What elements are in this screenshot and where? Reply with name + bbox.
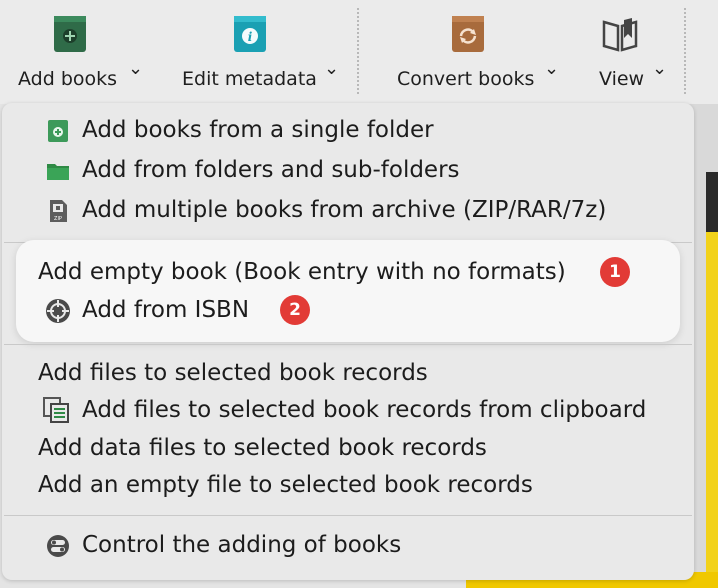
view-chevron-down-icon[interactable]: ⌄ bbox=[652, 58, 667, 79]
menu-item-add-single-folder[interactable]: Add books from a single folder bbox=[2, 112, 694, 148]
convert-books-chevron-down-icon[interactable]: ⌄ bbox=[544, 58, 559, 79]
menu-item-add-from-isbn[interactable]: Add from ISBN 2 bbox=[2, 292, 694, 328]
menu-item-add-files-selected[interactable]: Add files to selected book records bbox=[2, 355, 694, 391]
book-info-icon: i bbox=[234, 16, 266, 52]
menu-item-add-empty-book[interactable]: Add empty book (Book entry with no forma… bbox=[2, 254, 694, 290]
clipboard-copy-icon bbox=[43, 397, 69, 423]
menu-item-control-adding[interactable]: Control the adding of books bbox=[2, 527, 694, 563]
edit-metadata-button[interactable]: i Edit metadata ⌄ bbox=[176, 0, 351, 100]
menu-item-label: Control the adding of books bbox=[82, 532, 402, 558]
book-convert-icon bbox=[452, 16, 484, 52]
menu-item-add-files-clipboard[interactable]: Add files to selected book records from … bbox=[2, 392, 694, 428]
book-cover-detail bbox=[706, 172, 718, 232]
svg-text:ZIP: ZIP bbox=[54, 216, 62, 222]
convert-books-button[interactable]: Convert books ⌄ bbox=[390, 0, 570, 100]
zip-archive-icon: ZIP bbox=[50, 200, 67, 222]
crosshair-icon bbox=[46, 299, 70, 323]
menu-item-label: Add multiple books from archive (ZIP/RAR… bbox=[82, 197, 607, 223]
menu-divider bbox=[4, 344, 692, 345]
toolbar-separator bbox=[357, 8, 359, 94]
green-book-plus-icon bbox=[48, 120, 68, 142]
book-plus-icon bbox=[54, 16, 86, 52]
toolbar-separator bbox=[684, 8, 686, 94]
edit-metadata-chevron-down-icon[interactable]: ⌄ bbox=[324, 58, 339, 79]
book-cover-thumbnail[interactable] bbox=[706, 172, 718, 588]
open-book-icon bbox=[602, 18, 638, 52]
view-button[interactable]: View ⌄ bbox=[592, 0, 676, 100]
menu-item-label: Add empty book (Book entry with no forma… bbox=[38, 259, 566, 285]
callout-badge: 1 bbox=[600, 257, 630, 287]
menu-item-label: Add files to selected book records from … bbox=[82, 397, 647, 423]
green-folder-icon bbox=[47, 164, 69, 180]
add-books-button[interactable]: Add books ⌄ bbox=[10, 0, 160, 100]
menu-item-add-data-files[interactable]: Add data files to selected book records bbox=[2, 430, 694, 466]
menu-item-label: Add files to selected book records bbox=[38, 360, 428, 386]
menu-item-label: Add from folders and sub-folders bbox=[82, 157, 460, 183]
menu-item-label: Add from ISBN bbox=[82, 297, 250, 323]
add-books-dropdown-menu: Add books from a single folder Add from … bbox=[2, 103, 694, 580]
menu-divider bbox=[4, 515, 692, 516]
menu-item-label: Add an empty file to selected book recor… bbox=[38, 472, 533, 498]
menu-item-add-empty-file[interactable]: Add an empty file to selected book recor… bbox=[2, 467, 694, 503]
add-books-chevron-down-icon[interactable]: ⌄ bbox=[128, 58, 143, 79]
menu-item-label: Add books from a single folder bbox=[82, 117, 434, 143]
svg-text:i: i bbox=[248, 30, 253, 44]
toolbar: Add books ⌄ i Edit metadata ⌄ Convert bo… bbox=[0, 0, 718, 104]
edit-metadata-label: Edit metadata bbox=[182, 68, 317, 90]
menu-item-add-folders-subfolders[interactable]: Add from folders and sub-folders bbox=[2, 152, 694, 188]
menu-item-label: Add data files to selected book records bbox=[38, 435, 487, 461]
view-label: View bbox=[599, 68, 645, 90]
callout-badge: 2 bbox=[280, 295, 310, 325]
add-books-label: Add books bbox=[18, 68, 118, 90]
menu-item-add-from-archive[interactable]: ZIP Add multiple books from archive (ZIP… bbox=[2, 192, 694, 228]
toggle-settings-icon bbox=[47, 535, 69, 557]
convert-books-label: Convert books bbox=[397, 68, 535, 90]
